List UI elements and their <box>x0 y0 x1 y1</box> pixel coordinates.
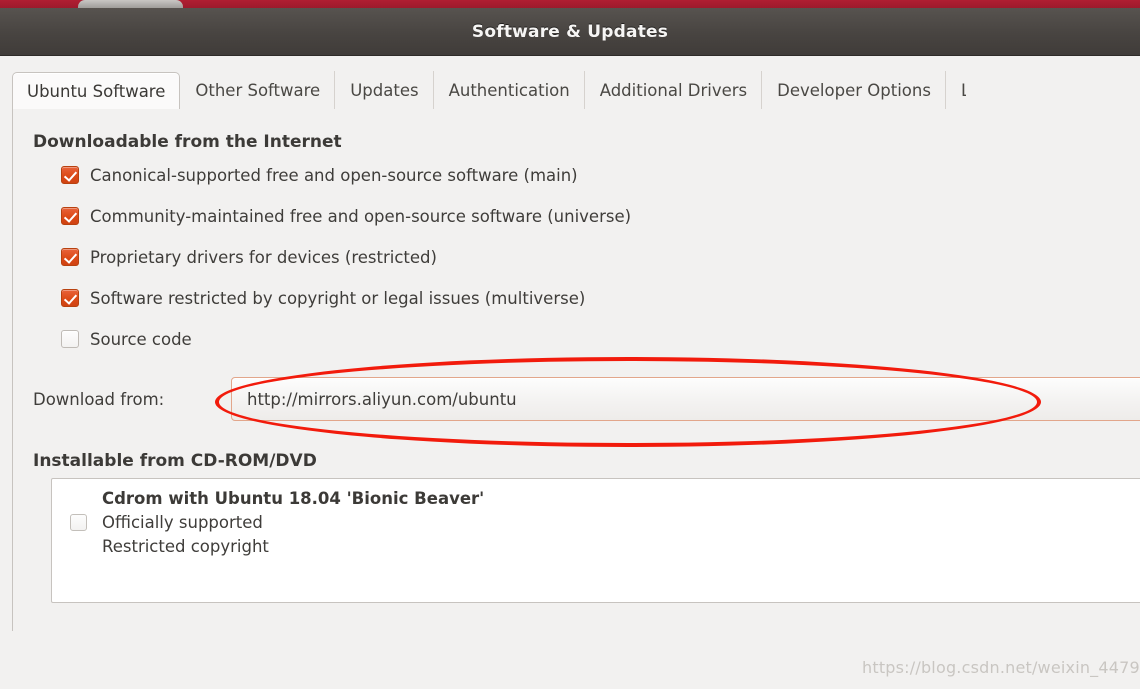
checkbox-row-multiverse[interactable]: Software restricted by copyright or lega… <box>61 286 585 310</box>
checkbox-row-restricted[interactable]: Proprietary drivers for devices (restric… <box>61 245 437 269</box>
section-heading-cdrom: Installable from CD-ROM/DVD <box>33 451 317 471</box>
notebook: Ubuntu Software Other Software Updates A… <box>0 57 1140 689</box>
background-window-strip <box>0 0 1140 8</box>
checkbox-label: Source code <box>90 329 192 349</box>
checkbox-checked-icon[interactable] <box>61 207 79 225</box>
tab-bar: Ubuntu Software Other Software Updates A… <box>12 70 1140 110</box>
checkbox-row-source-code[interactable]: Source code <box>61 327 192 351</box>
download-from-combobox[interactable]: http://mirrors.aliyun.com/ubuntu <box>231 377 1140 421</box>
cdrom-list-row[interactable]: Cdrom with Ubuntu 18.04 'Bionic Beaver' … <box>52 479 1140 602</box>
checkbox-checked-icon[interactable] <box>61 289 79 307</box>
ubuntu-software-page: Downloadable from the Internet Canonical… <box>12 109 1140 677</box>
tab-livepatch-truncated[interactable]: L <box>946 71 966 109</box>
checkbox-label: Proprietary drivers for devices (restric… <box>90 247 437 267</box>
tab-label: Additional Drivers <box>599 80 748 100</box>
tab-label: Developer Options <box>777 80 931 100</box>
tab-other-software[interactable]: Other Software <box>180 71 336 109</box>
tab-updates[interactable]: Updates <box>335 71 434 109</box>
window-title: Software & Updates <box>471 21 669 42</box>
tab-label: Updates <box>350 80 419 100</box>
tab-authentication[interactable]: Authentication <box>434 71 585 109</box>
tab-developer-options[interactable]: Developer Options <box>762 71 946 109</box>
checkbox-row-universe[interactable]: Community-maintained free and open-sourc… <box>61 204 631 228</box>
cdrom-title: Cdrom with Ubuntu 18.04 'Bionic Beaver' <box>102 489 485 508</box>
checkbox-checked-icon[interactable] <box>61 248 79 266</box>
software-and-updates-window: Software & Updates Ubuntu Software Other… <box>0 0 1140 689</box>
checkbox-label: Community-maintained free and open-sourc… <box>90 206 632 226</box>
cdrom-list[interactable]: Cdrom with Ubuntu 18.04 'Bionic Beaver' … <box>51 478 1140 603</box>
window-titlebar: Software & Updates <box>0 8 1140 56</box>
checkbox-checked-icon[interactable] <box>61 166 79 184</box>
download-from-label: Download from: <box>33 389 165 409</box>
checkbox-label: Canonical-supported free and open-source… <box>90 165 578 185</box>
download-from-row: Download from: <box>33 381 178 417</box>
tab-label: L <box>961 81 966 100</box>
tab-label: Other Software <box>195 80 321 100</box>
watermark-text: https://blog.csdn.net/weixin_44790991 <box>862 658 1140 677</box>
download-from-value: http://mirrors.aliyun.com/ubuntu <box>247 389 517 409</box>
checkbox-unchecked-icon[interactable] <box>70 514 87 531</box>
checkbox-label: Software restricted by copyright or lega… <box>90 288 586 308</box>
section-heading-internet: Downloadable from the Internet <box>33 132 342 152</box>
tab-additional-drivers[interactable]: Additional Drivers <box>585 71 763 109</box>
tab-ubuntu-software[interactable]: Ubuntu Software <box>12 72 181 110</box>
tab-label: Authentication <box>448 80 570 100</box>
cdrom-officially-supported-label: Officially supported <box>102 513 263 532</box>
checkbox-row-main[interactable]: Canonical-supported free and open-source… <box>61 163 578 187</box>
checkbox-unchecked-icon[interactable] <box>61 330 79 348</box>
background-window-tab <box>78 0 183 8</box>
tab-label: Ubuntu Software <box>27 81 166 101</box>
cdrom-restricted-copyright-label: Restricted copyright <box>102 537 269 556</box>
